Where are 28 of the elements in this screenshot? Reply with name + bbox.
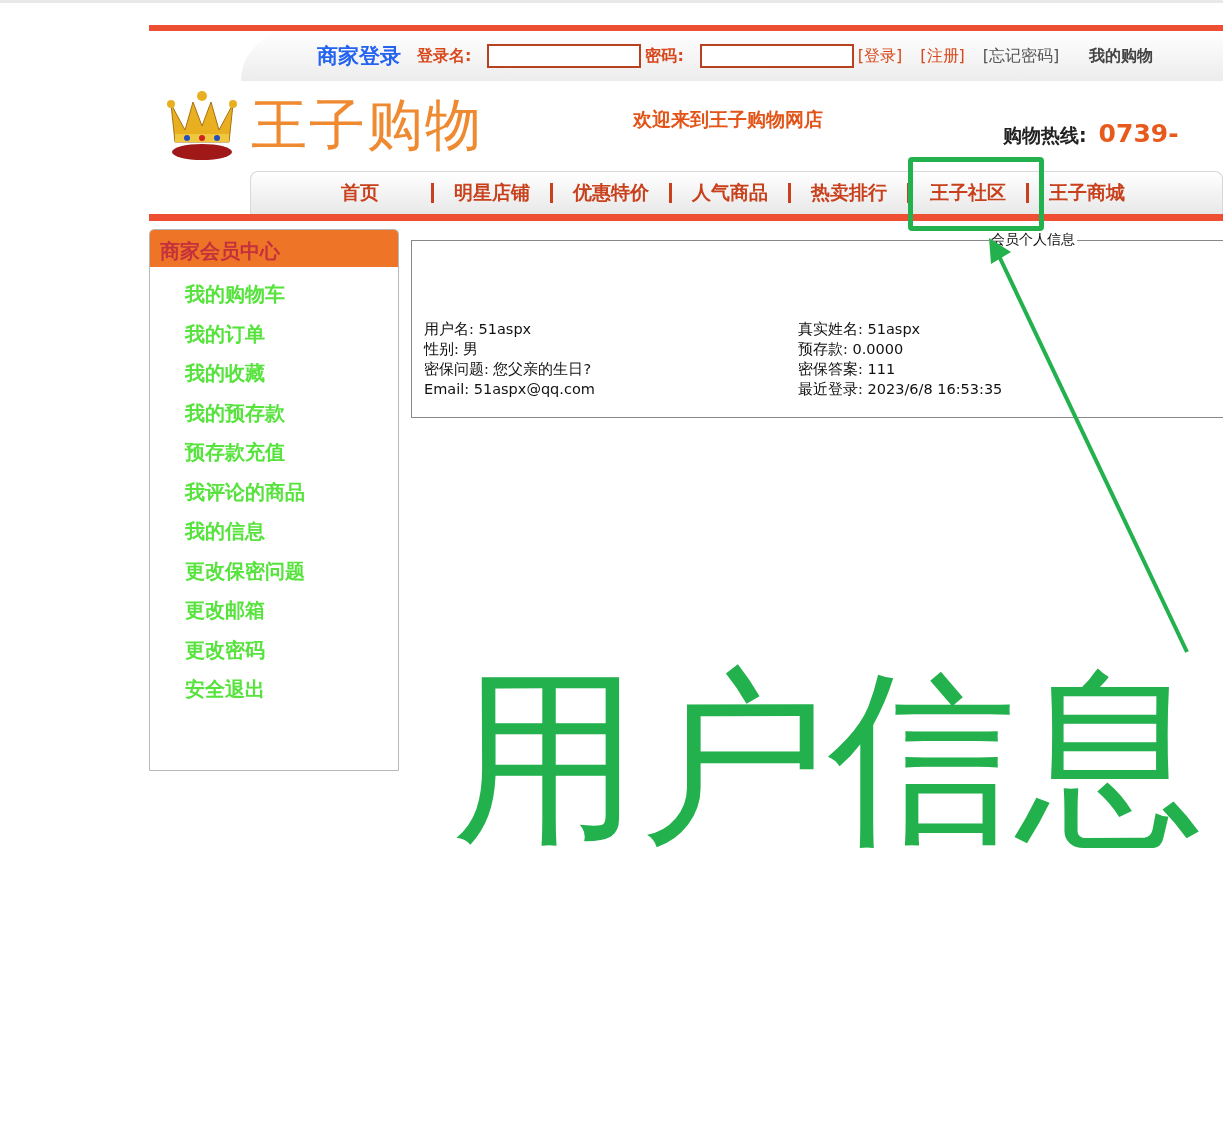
info-text: 密保问题: 您父亲的生日? — [424, 360, 593, 379]
header-link[interactable]: 我的购物 — [1089, 45, 1154, 67]
password-label: 密码: — [645, 45, 684, 67]
nav-link[interactable]: 王子商城 — [1029, 180, 1145, 206]
info-text: 用户名: 51aspx — [424, 320, 533, 339]
username-label: 登录名: — [417, 45, 472, 67]
nav-link[interactable]: 王子社区 — [910, 180, 1026, 206]
info-text: Email: 51aspx@qq.com — [424, 380, 596, 399]
nav-link[interactable]: 首页 — [327, 180, 431, 206]
info-text: 最近登录: 2023/6/8 16:53:35 — [798, 380, 1004, 399]
info-text: 密保答案: 111 — [798, 360, 897, 379]
header-link[interactable]: [注册] — [920, 45, 965, 67]
logo-text: 王子购物 — [251, 91, 483, 159]
header-link[interactable]: [登录] — [857, 45, 903, 67]
hotline-label: 购物热线: — [1003, 123, 1087, 148]
info-text: 真实姓名: 51aspx — [798, 320, 922, 339]
annotation-text: 用户信息 — [452, 650, 1204, 867]
nav-link[interactable]: 人气商品 — [672, 180, 788, 206]
info-text: 性别: 男 — [424, 340, 480, 359]
welcome-text: 欢迎来到王子购物网店 — [633, 107, 823, 132]
merchant-login-title: 商家登录 — [317, 43, 401, 70]
hotline-number: 0739- — [1098, 119, 1179, 148]
header-link[interactable]: [忘记密码] — [982, 45, 1060, 67]
info-text: 预存款: 0.0000 — [798, 340, 905, 359]
nav-link[interactable]: 优惠特价 — [553, 180, 669, 206]
nav-link[interactable]: 热卖排行 — [791, 180, 907, 206]
nav-link[interactable]: 明星店铺 — [434, 180, 550, 206]
sidebar-title: 商家会员中心 — [150, 230, 398, 267]
